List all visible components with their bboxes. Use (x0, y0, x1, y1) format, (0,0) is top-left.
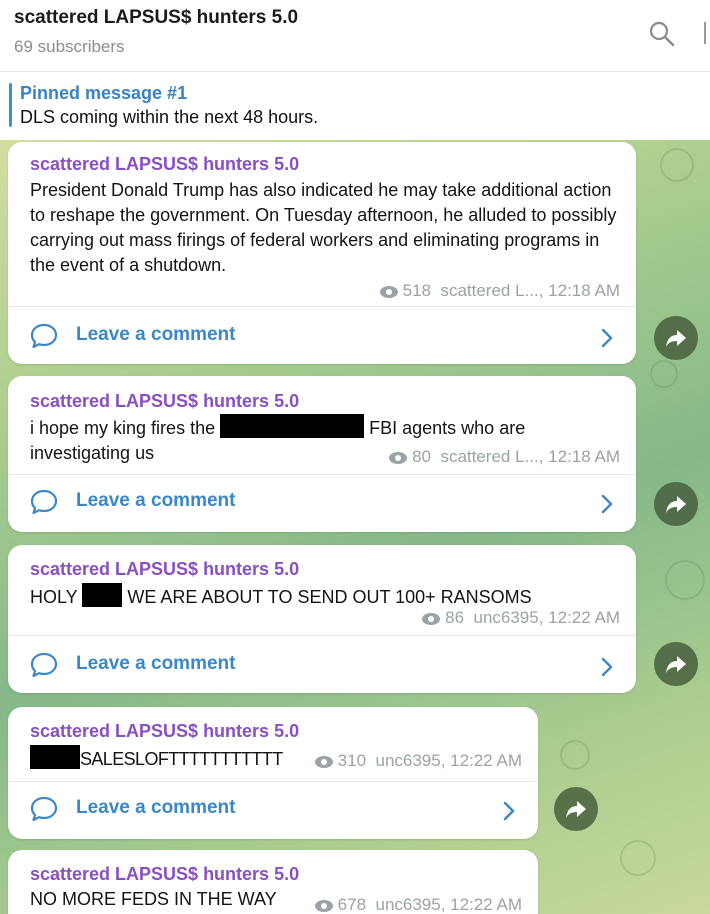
leave-comment-button[interactable]: Leave a comment (30, 488, 610, 516)
message-bubble[interactable]: scattered LAPSUS$ hunters 5.0 HOLY WE AR… (8, 545, 636, 693)
share-forward-button[interactable] (654, 642, 698, 686)
message-divider (8, 781, 538, 782)
message-text-part: investigating us (30, 443, 155, 463)
message-text-part: FBI agents who are (369, 418, 526, 438)
leave-comment-label: Leave a comment (76, 797, 236, 818)
message-text: SALESLOFTTTTTTTTTTT (30, 745, 330, 772)
message-text-part: HOLY (30, 587, 78, 607)
message-text: NO MORE FEDS IN THE WAY (30, 889, 277, 909)
chevron-right-icon[interactable] (600, 657, 614, 677)
message-sender[interactable]: scattered LAPSUS$ hunters 5.0 (30, 864, 299, 885)
views-count: 86 (445, 608, 465, 627)
share-arrow-icon (666, 330, 686, 347)
message-sender[interactable]: scattered LAPSUS$ hunters 5.0 (30, 391, 299, 412)
message-text: HOLY WE ARE ABOUT TO SEND OUT 100+ RANSO… (30, 583, 630, 610)
pinned-message-text: DLS coming within the next 48 hours. (20, 107, 319, 127)
background-doodle (620, 840, 656, 876)
leave-comment-button[interactable]: Leave a comment (30, 651, 610, 679)
message-divider (8, 635, 636, 636)
leave-comment-label: Leave a comment (76, 324, 236, 345)
message-time: 12:22 AM (450, 895, 522, 914)
chevron-right-icon[interactable] (502, 801, 516, 821)
message-sender[interactable]: scattered LAPSUS$ hunters 5.0 (30, 721, 299, 742)
background-doodle (665, 560, 705, 600)
message-author: unc6395, (473, 608, 544, 627)
pinned-message-title: Pinned message #1 (20, 83, 188, 103)
message-author: unc6395, (375, 751, 446, 770)
message-meta: 86 unc6395, 12:22 AM (421, 608, 620, 628)
share-arrow-icon (666, 496, 686, 513)
views-count: 310 (337, 751, 367, 770)
message-meta: 80 scattered L..., 12:18 AM (388, 447, 620, 467)
message-author: unc6395, (375, 895, 446, 914)
message-author: scattered L..., (440, 447, 544, 466)
message-text-part: i hope my king fires the (30, 418, 216, 438)
comment-bubble-icon (30, 796, 58, 822)
views-eye-icon (314, 756, 333, 768)
views-eye-icon (389, 452, 408, 464)
message-divider (8, 306, 636, 307)
share-arrow-icon (566, 801, 586, 818)
leave-comment-label: Leave a comment (76, 490, 236, 511)
views-count: 80 (412, 447, 431, 466)
message-meta: 678 unc6395, 12:22 AM (314, 895, 522, 914)
share-forward-button[interactable] (654, 316, 698, 360)
views-eye-icon (379, 286, 398, 298)
views-count: 518 (402, 281, 431, 300)
subscriber-count: 69 subscribers (14, 37, 125, 56)
comment-bubble-icon (30, 489, 58, 515)
channel-header: scattered LAPSUS$ hunters 5.0 69 subscri… (0, 0, 710, 72)
message-bubble[interactable]: scattered LAPSUS$ hunters 5.0 i hope my … (8, 376, 636, 532)
redaction-block (82, 583, 123, 607)
channel-title[interactable]: scattered LAPSUS$ hunters 5.0 (14, 7, 298, 29)
share-arrow-icon (666, 656, 686, 673)
message-sender[interactable]: scattered LAPSUS$ hunters 5.0 (30, 559, 299, 580)
message-bubble[interactable]: scattered LAPSUS$ hunters 5.0 President … (8, 142, 636, 364)
window-edge-divider (704, 22, 706, 44)
message-author: scattered L..., (440, 281, 544, 300)
comment-bubble-icon (30, 652, 58, 678)
share-forward-button[interactable] (554, 787, 598, 831)
message-meta: 518 scattered L..., 12:18 AM (379, 281, 620, 301)
views-count: 678 (337, 895, 367, 914)
message-list[interactable]: scattered LAPSUS$ hunters 5.0 President … (0, 140, 710, 914)
message-sender[interactable]: scattered LAPSUS$ hunters 5.0 (30, 154, 299, 175)
redaction-block (30, 745, 80, 769)
message-time: 12:22 AM (548, 608, 620, 627)
background-doodle (660, 148, 694, 182)
pinned-message-bar[interactable]: Pinned message #1 DLS coming within the … (0, 73, 710, 140)
views-eye-icon (422, 613, 441, 625)
share-forward-button[interactable] (654, 482, 698, 526)
background-doodle (560, 740, 590, 770)
message-text-part: SALESLOFTTTTTTTTTTT (80, 749, 283, 769)
search-icon[interactable] (648, 20, 676, 48)
message-divider (8, 474, 636, 475)
message-time: 12:22 AM (450, 751, 522, 770)
message-text: President Donald Trump has also indicate… (30, 180, 617, 275)
message-text-part: WE ARE ABOUT TO SEND OUT 100+ RANSOMS (127, 587, 532, 607)
chevron-right-icon[interactable] (600, 494, 614, 514)
views-eye-icon (314, 900, 333, 912)
comment-bubble-icon (30, 323, 58, 349)
pinned-accent-bar (9, 83, 12, 127)
leave-comment-button[interactable]: Leave a comment (30, 795, 510, 823)
message-bubble[interactable]: scattered LAPSUS$ hunters 5.0 NO MORE FE… (8, 850, 538, 914)
leave-comment-button[interactable]: Leave a comment (30, 322, 610, 350)
chevron-right-icon[interactable] (600, 328, 614, 348)
leave-comment-label: Leave a comment (76, 653, 236, 674)
message-bubble[interactable]: scattered LAPSUS$ hunters 5.0 SALESLOFTT… (8, 707, 538, 839)
background-doodle (650, 360, 678, 388)
message-meta: 310 unc6395, 12:22 AM (314, 751, 522, 771)
redaction-block (220, 414, 365, 438)
message-time: 12:18 AM (548, 281, 620, 300)
message-time: 12:18 AM (548, 447, 620, 466)
